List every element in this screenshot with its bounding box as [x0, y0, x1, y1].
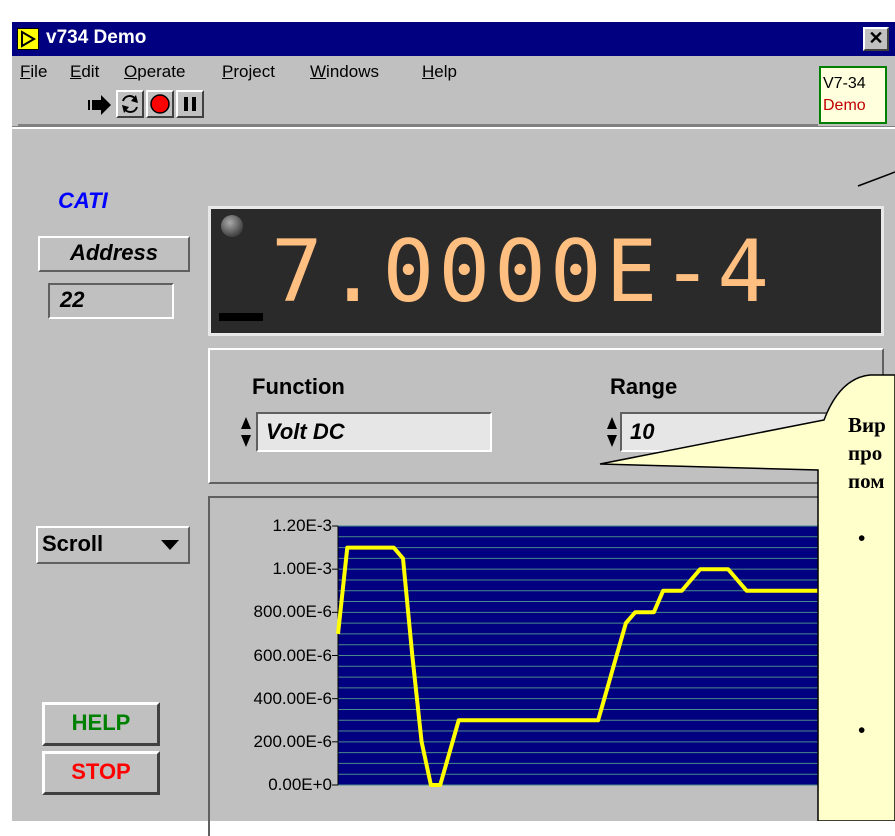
menu-label: perate: [137, 62, 186, 81]
address-label: Address: [38, 236, 190, 272]
callout-text-3: пом: [848, 469, 885, 493]
run-arrow-icon[interactable]: [86, 92, 114, 118]
range-label: Range: [610, 374, 678, 399]
menu-help[interactable]: Help: [422, 62, 457, 82]
badge-mode: Demo: [823, 97, 866, 114]
display-cursor: [219, 313, 263, 321]
toolbar: [18, 86, 818, 126]
menu-mnemonic: P: [222, 62, 234, 81]
callout-text-1: Вир: [848, 413, 886, 437]
menu-mnemonic: E: [70, 62, 82, 81]
instrument-name: CATI: [58, 188, 108, 213]
menu-label: elp: [434, 62, 457, 81]
badge-model: V7-34: [823, 75, 866, 92]
menu-mnemonic: H: [422, 62, 435, 81]
abort-icon[interactable]: [146, 90, 174, 118]
function-selector[interactable]: Volt DC: [256, 412, 492, 452]
range-selector[interactable]: 10: [620, 412, 840, 452]
range-increment-icon[interactable]: [606, 414, 618, 450]
menu-mnemonic: O: [124, 62, 138, 81]
menu-label: roject: [233, 62, 275, 81]
menu-mnemonic: F: [20, 62, 31, 81]
menu-label: dit: [81, 62, 100, 81]
menu-edit[interactable]: Edit: [70, 62, 99, 82]
menu-bar: File Edit Operate Project Windows Help: [12, 56, 895, 86]
callout-bullet-1: •: [858, 526, 866, 550]
stop-button[interactable]: STOP: [42, 751, 160, 795]
address-value: 22: [48, 283, 174, 319]
labview-vi-icon: [17, 28, 39, 50]
pause-icon[interactable]: [176, 90, 204, 118]
divider: [12, 126, 895, 129]
title-bar[interactable]: v734 Demo ✕: [12, 22, 895, 56]
vi-badge: V7-34 Demo: [819, 66, 887, 124]
reading-display: 7.0000E-4: [208, 206, 884, 336]
menu-label: indows: [326, 62, 379, 81]
chart-mode-value: Scroll: [42, 531, 104, 556]
callout-text-2: про: [848, 441, 883, 465]
menu-operate[interactable]: Operate: [124, 62, 185, 82]
status-led-icon: [221, 215, 243, 237]
dropdown-arrow-icon: [161, 540, 179, 550]
reading-value: 7.0000E-4: [271, 222, 773, 322]
strip-chart: [332, 525, 886, 787]
help-button[interactable]: HELP: [42, 702, 160, 746]
menu-project[interactable]: Project: [222, 62, 275, 82]
menu-label: ile: [30, 62, 48, 81]
close-button[interactable]: ✕: [863, 27, 889, 51]
chart-panel: 1.20E-3 1.00E-3 800.00E-6 600.00E-6 400.00E-…: [208, 496, 886, 836]
menu-windows[interactable]: Windows: [310, 62, 379, 82]
function-increment-icon[interactable]: [240, 414, 252, 450]
continuous-run-icon[interactable]: [116, 90, 144, 118]
menu-mnemonic: W: [310, 62, 327, 81]
app-window: v734 Demo ✕ File Edit Operate Project Wi…: [12, 22, 895, 836]
callout-bullet-2: •: [858, 718, 866, 742]
window-title: v734 Demo: [46, 27, 147, 48]
function-label: Function: [252, 374, 345, 399]
function-range-panel: Function Volt DC Range 10: [208, 348, 884, 484]
menu-file[interactable]: File: [20, 62, 47, 82]
chart-mode-dropdown[interactable]: Scroll: [36, 526, 190, 564]
